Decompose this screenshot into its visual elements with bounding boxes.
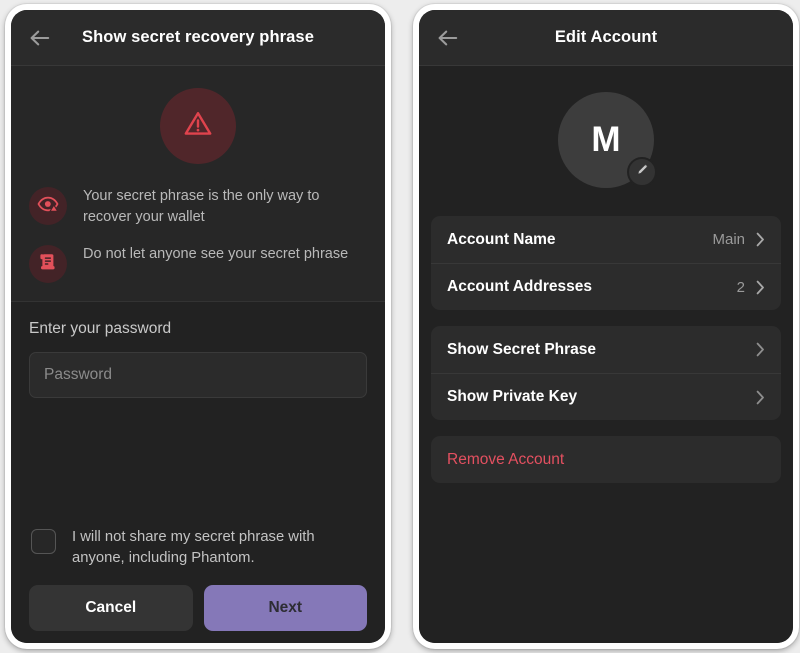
row-show-private-key[interactable]: Show Private Key <box>431 373 781 420</box>
row-value: 2 <box>736 278 745 296</box>
warning-text: Do not let anyone see your secret phrase <box>83 246 349 262</box>
password-section: Enter your password I will not share my … <box>11 302 385 643</box>
avatar-edit-button[interactable] <box>627 157 657 187</box>
chevron-right-icon <box>756 232 765 247</box>
warning-triangle-icon <box>179 105 217 148</box>
scroll-document-icon <box>38 252 58 277</box>
back-button[interactable] <box>431 21 465 55</box>
edit-account-body: M Account Name Main Account Addresses 2 … <box>419 66 793 643</box>
page-title: Edit Account <box>554 28 658 46</box>
warning-section: Your secret phrase is the only way to re… <box>11 66 385 302</box>
eye-warning-icon-bg <box>29 187 67 225</box>
password-input[interactable] <box>29 352 367 398</box>
next-button[interactable]: Next <box>203 585 367 631</box>
account-info-group: Account Name Main Account Addresses 2 <box>431 216 781 310</box>
cancel-button[interactable]: Cancel <box>29 585 193 631</box>
right-header: Edit Account <box>419 10 793 66</box>
eye-warning-icon <box>37 195 59 218</box>
row-label: Account Name <box>447 230 556 248</box>
scroll-document-icon-bg <box>29 245 67 283</box>
pencil-icon <box>635 162 650 182</box>
screen-show-secret-recovery-phrase: Show secret recovery phrase Your secret … <box>11 10 385 643</box>
action-buttons: Cancel Next <box>29 585 367 631</box>
chevron-right-icon <box>756 280 765 295</box>
consent-checkbox-row[interactable]: I will not share my secret phrase with a… <box>29 527 367 569</box>
warning-list: Your secret phrase is the only way to re… <box>11 186 385 283</box>
screenshot-stage: Show secret recovery phrase Your secret … <box>0 0 800 653</box>
phone-frame-right: Edit Account M Account Name Main Account… <box>413 4 799 649</box>
remove-account-label: Remove Account <box>447 450 565 468</box>
consent-label: I will not share my secret phrase with a… <box>72 529 315 566</box>
warning-text: Your secret phrase is the only way to re… <box>83 188 320 225</box>
row-account-addresses[interactable]: Account Addresses 2 <box>431 263 781 310</box>
arrow-left-icon <box>29 29 51 47</box>
avatar[interactable]: M <box>558 92 657 188</box>
chevron-right-icon <box>756 390 765 405</box>
row-show-secret-phrase[interactable]: Show Secret Phrase <box>431 326 781 373</box>
consent-checkbox[interactable] <box>31 529 56 554</box>
row-label: Show Private Key <box>447 388 578 405</box>
bottom-block: I will not share my secret phrase with a… <box>29 527 367 643</box>
remove-account-button[interactable]: Remove Account <box>431 436 781 483</box>
row-value: Main <box>712 231 745 248</box>
alert-badge <box>160 88 236 164</box>
alert-badge-wrap <box>11 88 385 164</box>
chevron-right-icon <box>756 342 765 357</box>
row-account-name[interactable]: Account Name Main <box>431 216 781 263</box>
row-label: Account Addresses <box>447 278 592 295</box>
danger-group: Remove Account <box>431 436 781 483</box>
warning-item: Do not let anyone see your secret phrase <box>29 244 367 283</box>
avatar-letter: M <box>591 120 621 159</box>
page-title: Show secret recovery phrase <box>82 28 314 46</box>
back-button[interactable] <box>23 21 57 55</box>
warning-item: Your secret phrase is the only way to re… <box>29 186 367 228</box>
password-label: Enter your password <box>29 320 172 337</box>
left-header: Show secret recovery phrase <box>11 10 385 66</box>
security-group: Show Secret Phrase Show Private Key <box>431 326 781 420</box>
row-label: Show Secret Phrase <box>447 340 597 358</box>
phone-frame-left: Show secret recovery phrase Your secret … <box>5 4 391 649</box>
arrow-left-icon <box>437 29 459 47</box>
avatar-wrap: M <box>419 92 793 188</box>
screen-edit-account: Edit Account M Account Name Main Account… <box>419 10 793 643</box>
